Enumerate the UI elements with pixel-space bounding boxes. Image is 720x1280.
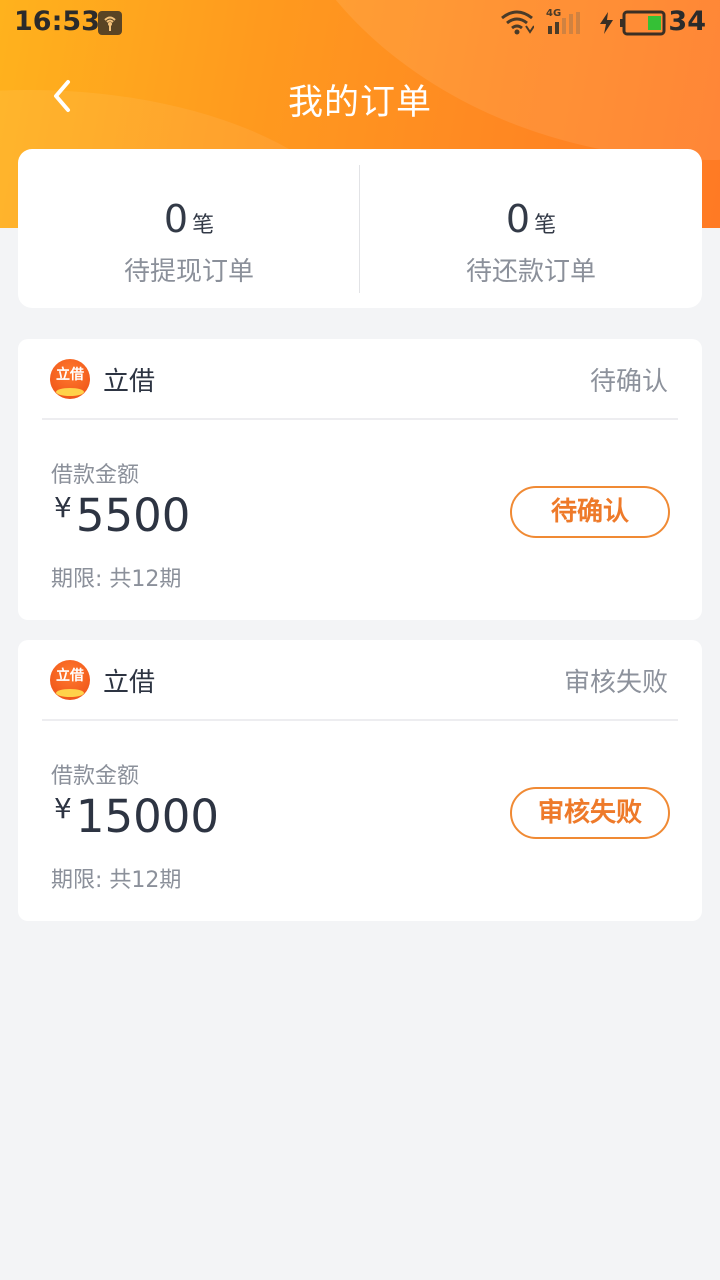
card-divider — [42, 418, 678, 420]
amount-label: 借款金额 — [51, 463, 140, 488]
pending-withdraw-count: 0 — [163, 197, 189, 241]
lender-name: 立借 — [103, 367, 156, 397]
status-button[interactable]: 待确认 — [510, 486, 670, 538]
status-time: 16:53 — [14, 6, 100, 37]
count-line: 0笔 — [360, 197, 702, 241]
order-status: 审核失败 — [563, 668, 668, 698]
lender-name: 立借 — [103, 668, 156, 698]
order-card[interactable]: 立借 立借 审核失败 借款金额 ¥15000 期限: 共12期 审核失败 — [18, 640, 702, 921]
logo-text: 立借 — [56, 367, 84, 383]
order-status: 待确认 — [589, 367, 668, 397]
pending-repay-label: 待还款订单 — [465, 257, 596, 287]
signal-icon — [548, 12, 580, 34]
battery-level: 34 — [668, 6, 706, 37]
pending-repay-count: 0 — [505, 197, 531, 241]
logo-coin-icon — [56, 689, 84, 697]
loan-term: 期限: 共12期 — [51, 868, 182, 893]
card-divider — [42, 719, 678, 721]
status-button[interactable]: 审核失败 — [510, 787, 670, 839]
lender-logo: 立借 — [50, 359, 90, 399]
wifi-icon — [501, 10, 534, 35]
logo-text: 立借 — [56, 668, 84, 684]
status-bar: 16:53 4G 34 — [0, 0, 720, 46]
amount-line: ¥5500 — [54, 489, 190, 542]
loan-term: 期限: 共12期 — [51, 567, 182, 592]
order-card[interactable]: 立借 立借 待确认 借款金额 ¥5500 期限: 共12期 待确认 — [18, 339, 702, 620]
order-summary-card: 0笔 待提现订单 0笔 待还款订单 — [18, 149, 702, 308]
pending-withdraw-summary[interactable]: 0笔 待提现订单 — [18, 149, 360, 308]
currency-symbol: ¥ — [54, 792, 72, 825]
loan-amount: 5500 — [75, 489, 191, 542]
count-line: 0笔 — [18, 197, 360, 241]
amount-label: 借款金额 — [51, 764, 140, 789]
amount-line: ¥15000 — [54, 790, 219, 843]
page-title: 我的订单 — [287, 83, 432, 123]
count-unit: 笔 — [534, 213, 557, 238]
loan-amount: 15000 — [75, 790, 219, 843]
pending-withdraw-label: 待提现订单 — [123, 257, 254, 287]
logo-coin-icon — [56, 388, 84, 396]
pending-repay-summary[interactable]: 0笔 待还款订单 — [360, 149, 702, 308]
notification-icon — [98, 11, 122, 35]
battery-icon — [620, 10, 666, 36]
lender-logo: 立借 — [50, 660, 90, 700]
navigation-bar: 我的订单 — [0, 60, 720, 134]
charging-icon — [600, 12, 613, 34]
count-unit: 笔 — [192, 213, 215, 238]
currency-symbol: ¥ — [54, 491, 72, 524]
